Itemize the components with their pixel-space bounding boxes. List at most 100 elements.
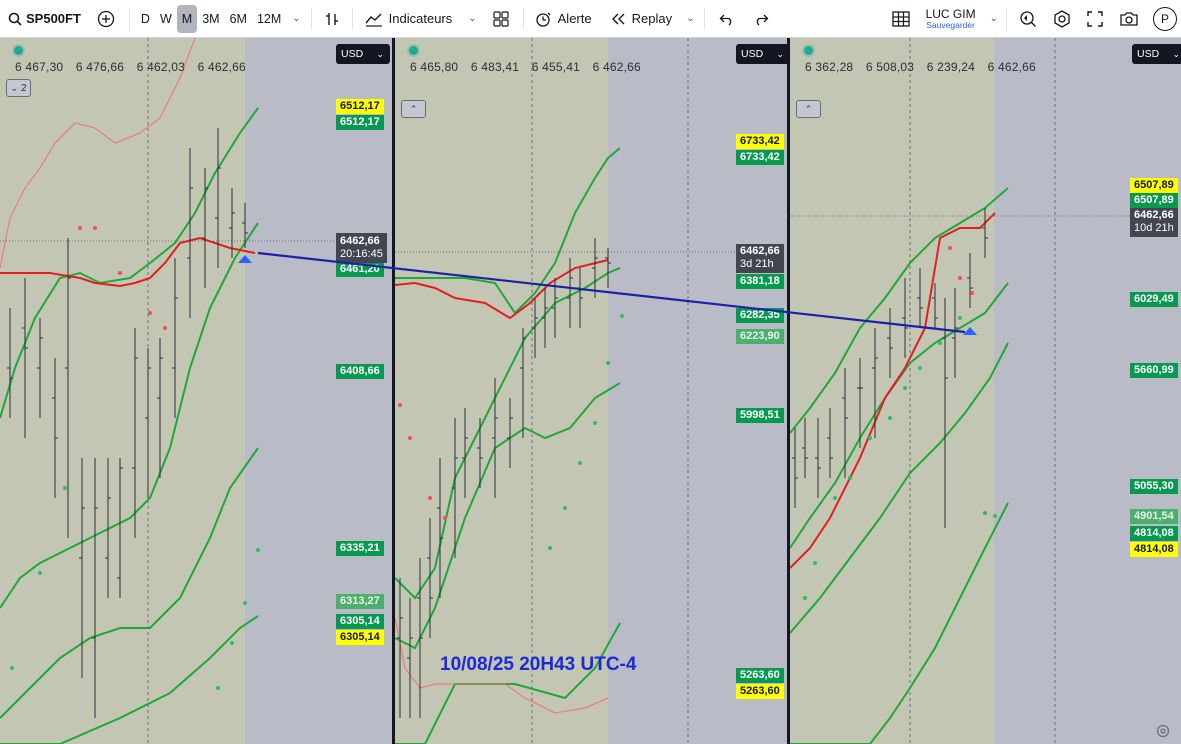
currency-button[interactable]: USD ⌄ <box>1132 44 1181 64</box>
chart-workspace: 6 467,30 6 476,66 6 462,03 6 462,66 ⌄ 2 … <box>0 38 1181 744</box>
live-status-icon <box>14 46 23 55</box>
chevron-down-icon: ⌄ <box>776 48 784 59</box>
currency-button[interactable]: USD ⌄ <box>736 44 788 64</box>
alarm-clock-icon <box>534 10 552 28</box>
chart-canvas-2[interactable] <box>395 38 788 744</box>
alert-label: Alerte <box>557 11 592 26</box>
close-value: 6 462,66 <box>987 60 1036 74</box>
chevron-down-icon: ⌄ <box>1172 48 1180 59</box>
sar-dot-green <box>256 548 260 552</box>
live-status-icon <box>409 46 418 55</box>
sar-dot-green <box>868 436 872 440</box>
sar-dot-red <box>148 311 152 315</box>
sar-dot-red <box>118 271 122 275</box>
close-value: 6 462,66 <box>197 60 246 74</box>
price-tag: 5263,60 <box>736 684 784 699</box>
chart-canvas-3[interactable] <box>790 38 1181 744</box>
price-tag: 6507,89 <box>1130 193 1178 208</box>
price-tag: 6305,14 <box>336 614 384 629</box>
price-tag: 6335,21 <box>336 541 384 556</box>
sar-dot-green <box>10 666 14 670</box>
price-tag: 6381,18 <box>736 274 784 289</box>
indicator-count: 2 <box>20 82 27 94</box>
sar-dot-red <box>163 326 167 330</box>
ohlc-legend: 6 465,80 6 483,41 6 455,41 6 462,66 <box>410 60 650 74</box>
current-price: 6462,66 <box>1134 209 1174 221</box>
sar-dot-red <box>443 516 447 520</box>
close-value: 6 462,66 <box>592 60 641 74</box>
chart-canvas-1[interactable] <box>0 38 393 744</box>
sar-dot-green <box>958 316 962 320</box>
chevron-down-icon: ⌄ <box>10 82 18 93</box>
camera-icon <box>1119 11 1139 27</box>
current-price-tag: 6462,66 20:16:45 <box>336 233 387 263</box>
chart-pane-2[interactable]: 6 465,80 6 483,41 6 455,41 6 462,66 ⌃ US… <box>395 38 788 744</box>
shaded-range <box>0 38 245 744</box>
sar-dot-green <box>993 514 997 518</box>
interval-w[interactable]: W <box>155 5 177 33</box>
sar-dot-green <box>888 416 892 420</box>
sar-dot-green <box>813 561 817 565</box>
chevron-up-icon: ⌃ <box>409 103 418 114</box>
live-status-icon <box>804 46 813 55</box>
high-value: 6 476,66 <box>75 60 125 74</box>
sar-dot-green <box>938 341 942 345</box>
chevron-down-icon[interactable]: ⌄ <box>990 13 998 24</box>
fullscreen-button[interactable] <box>1087 0 1103 37</box>
ohlc-legend: 6 362,28 6 508,03 6 239,24 6 462,66 <box>805 60 1045 74</box>
chart-type-button[interactable] <box>324 0 340 37</box>
currency-button[interactable]: USD ⌄ <box>336 44 390 64</box>
currency-label: USD <box>741 48 764 60</box>
profile-button[interactable]: P <box>1153 0 1177 37</box>
indicator-collapse-button[interactable]: ⌄ 2 <box>6 79 31 97</box>
layout-grid-button[interactable] <box>891 0 910 37</box>
sar-dot-green <box>983 511 987 515</box>
interval-6m[interactable]: 6M <box>225 5 252 33</box>
price-tag: 5660,99 <box>1130 363 1178 378</box>
sar-dot-red <box>398 403 402 407</box>
interval-dropdown-chevron-icon[interactable]: ⌄ <box>292 13 300 24</box>
price-tag: 6223,90 <box>736 329 784 344</box>
sar-dot-green <box>578 461 582 465</box>
replay-button[interactable]: Replay ⌄ <box>610 0 694 37</box>
sar-dot-red <box>93 226 97 230</box>
compare-button[interactable] <box>97 0 115 37</box>
profile-avatar: P <box>1153 6 1177 31</box>
high-value: 6 508,03 <box>865 60 915 74</box>
interval-3m[interactable]: 3M <box>197 5 224 33</box>
current-price: 6462,66 <box>340 235 380 247</box>
price-tag: 6512,17 <box>336 115 384 130</box>
timestamp-annotation[interactable]: 10/08/25 20H43 UTC-4 <box>440 654 636 676</box>
redo-button[interactable] <box>753 0 769 37</box>
separator <box>310 7 312 30</box>
separator <box>1006 7 1007 30</box>
rewind-icon <box>610 12 626 26</box>
chart-pane-1[interactable]: 6 467,30 6 476,66 6 462,03 6 462,66 ⌄ 2 … <box>0 38 393 744</box>
indicator-expand-button[interactable]: ⌃ <box>796 100 821 118</box>
plus-circle-icon <box>97 10 115 28</box>
chevron-down-icon: ⌄ <box>468 13 477 24</box>
current-price: 6462,66 <box>740 245 780 257</box>
layout-name-menu[interactable]: LUC GIM Sauvegarder <box>926 0 976 37</box>
snapshot-button[interactable] <box>1119 0 1139 37</box>
price-tag: 6512,17 <box>336 99 384 114</box>
layouts-button[interactable] <box>493 0 509 37</box>
settings-gear-icon[interactable] <box>1156 724 1170 743</box>
indicators-button[interactable]: Indicateurs ⌄ <box>365 0 477 37</box>
chart-pane-3[interactable]: 6 362,28 6 508,03 6 239,24 6 462,66 ⌃ US… <box>790 38 1181 744</box>
undo-button[interactable] <box>719 0 735 37</box>
current-price-tag: 6462,66 3d 21h <box>736 244 784 273</box>
indicator-expand-button[interactable]: ⌃ <box>401 100 426 118</box>
alert-button[interactable]: Alerte <box>534 0 592 37</box>
price-tag: 5055,30 <box>1130 479 1178 494</box>
symbol-search[interactable]: SP500FT <box>0 0 81 37</box>
interval-d[interactable]: D <box>136 5 155 33</box>
interval-m[interactable]: M <box>176 4 198 33</box>
settings-button[interactable] <box>1053 0 1071 37</box>
sar-dot-green <box>563 506 567 510</box>
sar-dot-green <box>230 641 234 645</box>
interval-12m[interactable]: 12M <box>252 5 286 33</box>
open-value: 6 467,30 <box>15 60 64 74</box>
quick-search-button[interactable] <box>1019 0 1037 37</box>
indicators-icon <box>365 11 383 27</box>
